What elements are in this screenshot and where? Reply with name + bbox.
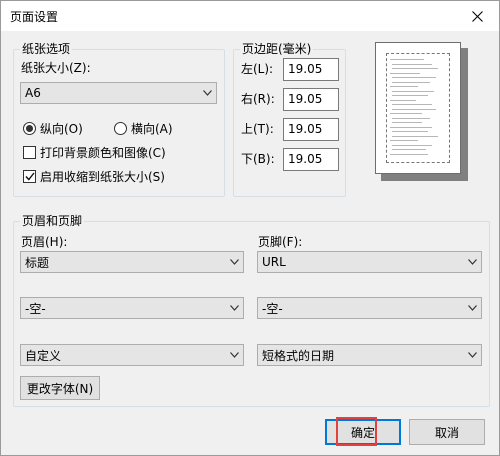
shrink-to-fit-checkbox[interactable]: 启用收缩到纸张大小(S): [23, 168, 165, 184]
header-select-2-value: -空-: [25, 301, 46, 316]
cancel-button[interactable]: 取消: [409, 419, 485, 445]
preview-text-line: [390, 72, 420, 74]
radio-selected-icon: [23, 121, 36, 135]
preview-text-line: [390, 113, 422, 114]
margin-top-label: 上(T):: [241, 122, 274, 136]
preview-text-line: [390, 86, 418, 87]
preview-text-line: [392, 77, 436, 78]
preview-text-line: [392, 68, 438, 69]
shrink-to-fit-label: 启用收缩到纸张大小(S): [40, 169, 165, 184]
title-bar: 页面设置: [1, 1, 499, 31]
change-font-button[interactable]: 更改字体(N): [20, 376, 100, 400]
print-background-checkbox[interactable]: 打印背景颜色和图像(C): [23, 144, 166, 160]
orientation-landscape-radio[interactable]: 横向(A): [114, 120, 173, 136]
window-title: 页面设置: [10, 10, 59, 24]
chevron-down-icon: [464, 252, 481, 272]
paper-size-select[interactable]: A6: [20, 82, 217, 104]
ok-button-highlight: [336, 417, 377, 446]
header-select-2[interactable]: -空-: [20, 297, 244, 319]
preview-text-line: [392, 63, 432, 65]
preview-text-line: [390, 99, 416, 101]
header-select-3-value: 自定义: [25, 348, 62, 363]
header-label: 页眉(H):: [21, 235, 68, 249]
cancel-button-label: 取消: [434, 425, 459, 440]
paper-size-value: A6: [25, 86, 41, 100]
orientation-portrait-radio[interactable]: 纵向(O): [23, 120, 83, 136]
margins-label: 页边距(毫米): [240, 42, 314, 56]
paper-options-label: 纸张选项: [20, 42, 73, 56]
print-background-label: 打印背景颜色和图像(C): [40, 145, 166, 160]
header-select-1[interactable]: 标题: [20, 251, 244, 273]
preview-text-line: [392, 108, 436, 110]
footer-select-1-value: URL: [262, 255, 286, 269]
chevron-down-icon: [464, 298, 481, 318]
preview-text-line: [392, 95, 428, 96]
footer-select-2[interactable]: -空-: [257, 297, 482, 319]
margin-bottom-label: 下(B):: [241, 152, 275, 166]
preview-text-line: [392, 90, 434, 92]
preview-text-line: [392, 149, 426, 150]
close-button[interactable]: [455, 1, 499, 31]
preview-text-line: [392, 122, 422, 123]
paper-size-label: 纸张大小(Z):: [21, 61, 91, 75]
preview-text-line: [392, 81, 430, 83]
chevron-down-icon: [464, 345, 481, 365]
footer-select-1[interactable]: URL: [257, 251, 482, 273]
preview-text-line: [390, 140, 418, 141]
preview-text-line: [390, 126, 432, 128]
header-select-1-value: 标题: [25, 255, 50, 270]
chevron-down-icon: [199, 83, 216, 103]
margin-right-input[interactable]: 19.05: [283, 88, 339, 111]
footer-select-3-value: 短格式的日期: [262, 348, 335, 363]
preview-text-line: [390, 59, 424, 60]
margin-bottom-input[interactable]: 19.05: [283, 148, 339, 171]
header-footer-label: 页眉和页脚: [20, 214, 85, 228]
margin-top-input[interactable]: 19.05: [283, 118, 339, 141]
page-preview: [375, 42, 461, 174]
preview-text-line: [392, 104, 432, 105]
orientation-portrait-label: 纵向(O): [40, 121, 83, 136]
close-icon: [471, 10, 483, 22]
header-select-3[interactable]: 自定义: [20, 344, 244, 366]
margin-right-label: 右(R):: [241, 92, 275, 106]
preview-text-line: [392, 144, 432, 146]
preview-text-line: [392, 117, 430, 119]
chevron-down-icon: [226, 252, 243, 272]
margin-left-input[interactable]: 19.05: [283, 58, 339, 81]
checkmark-icon: [23, 169, 36, 183]
footer-select-2-value: -空-: [262, 301, 283, 316]
footer-label: 页脚(F):: [258, 235, 303, 249]
orientation-landscape-label: 横向(A): [131, 121, 173, 136]
footer-select-3[interactable]: 短格式的日期: [257, 344, 482, 366]
radio-unselected-icon: [114, 121, 127, 135]
preview-text-line: [390, 153, 428, 155]
chevron-down-icon: [226, 298, 243, 318]
preview-text-line: [392, 131, 428, 132]
page-setup-dialog: 页面设置 纸张选项 纸张大小(Z): A6 纵向(O) 横向(A) 打印背景颜色…: [0, 0, 500, 456]
margin-left-label: 左(L):: [241, 62, 274, 76]
chevron-down-icon: [226, 345, 243, 365]
preview-text-line: [392, 135, 438, 137]
checkbox-unchecked-icon: [23, 145, 36, 159]
